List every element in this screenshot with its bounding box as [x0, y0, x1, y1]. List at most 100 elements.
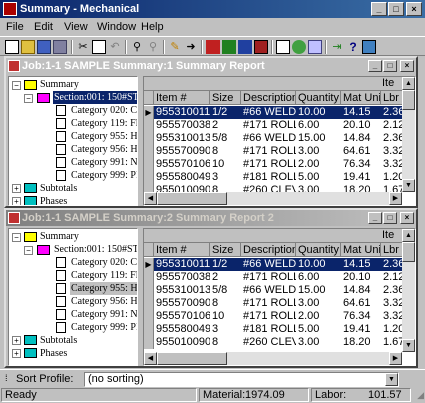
undo-icon[interactable]: ↶: [108, 40, 122, 54]
minimize-button[interactable]: _: [371, 2, 387, 16]
window-2-title-bar[interactable]: Job:1-1 SAMPLE Summary:2 Summary Report …: [6, 210, 416, 226]
save-icon[interactable]: [37, 40, 51, 54]
tree-node-category[interactable]: Category 119: FLG P: [70, 269, 137, 282]
find-icon[interactable]: ⚲: [130, 40, 144, 54]
tree-node-category[interactable]: Category 991: NUTS: [70, 156, 137, 169]
tree-node-section[interactable]: Section:001: 150#STEA: [53, 243, 137, 256]
tree-node-category[interactable]: Category 999: PIPE I: [70, 169, 137, 182]
tree-node-phases[interactable]: Phases: [40, 347, 67, 360]
tree-node-category[interactable]: Category 956: HANG: [70, 143, 137, 156]
column-header[interactable]: Item #: [154, 243, 210, 257]
data-grid[interactable]: Ite Item # Size Description Quantity Mat Unit…: [143, 228, 416, 366]
menu-view[interactable]: View: [62, 18, 90, 36]
column-header[interactable]: Description: [241, 91, 296, 105]
row-selector[interactable]: [144, 158, 154, 171]
tree-node-category[interactable]: Category 999: PIPE I: [70, 321, 137, 334]
row-selector[interactable]: ▶: [144, 106, 154, 119]
resize-grip-icon[interactable]: ◢: [417, 390, 424, 401]
window-1-close-button[interactable]: ×: [400, 60, 414, 72]
scroll-down-icon[interactable]: ▼: [402, 339, 415, 352]
tree-collapse-button[interactable]: −: [12, 233, 21, 242]
data-grid[interactable]: Ite Item # Size Description Quantity Mat Unit…: [143, 76, 416, 206]
row-selector[interactable]: ▶: [144, 258, 154, 271]
tree-collapse-button[interactable]: −: [24, 94, 33, 103]
table-row[interactable]: 9555700382#171 ROLLER6.0020.102.12: [144, 119, 404, 132]
column-header[interactable]: Mat Unit: [341, 243, 381, 257]
calculator-icon[interactable]: [308, 40, 322, 54]
table-row[interactable]: 9555700382#171 ROLLER6.0020.102.12: [144, 271, 404, 284]
horizontal-scrollbar[interactable]: ◀ ▶: [144, 352, 402, 365]
tree-node-subtotals[interactable]: Subtotals: [40, 334, 77, 347]
report-icon[interactable]: [254, 40, 268, 54]
scroll-thumb[interactable]: [402, 242, 415, 262]
row-selector[interactable]: [144, 310, 154, 323]
scroll-down-icon[interactable]: ▼: [402, 179, 415, 192]
column-header[interactable]: Item #: [154, 91, 210, 105]
pencil-icon[interactable]: ✎: [168, 40, 182, 54]
tree-pane[interactable]: −Summary−Section:001: 150#STEACategory 0…: [8, 228, 138, 366]
window-icon[interactable]: [8, 60, 20, 72]
tree-node-section[interactable]: Section:001: 150#STEA: [53, 91, 137, 104]
menu-edit[interactable]: Edit: [32, 18, 55, 36]
scroll-thumb[interactable]: [157, 192, 227, 205]
scroll-left-icon[interactable]: ◀: [144, 352, 157, 365]
tree-node-summary[interactable]: Summary: [40, 78, 79, 91]
grid-icon[interactable]: [276, 40, 290, 54]
red-book-icon[interactable]: [206, 40, 220, 54]
sort-profile-select[interactable]: (no sorting) ▼: [84, 372, 399, 387]
row-selector[interactable]: [144, 171, 154, 184]
table-row[interactable]: 9553100135/8#66 WELDED15.0014.842.36: [144, 284, 404, 297]
table-row[interactable]: 95557010610#171 ROLLER2.0076.343.32: [144, 310, 404, 323]
tree-node-subtotals[interactable]: Subtotals: [40, 182, 77, 195]
row-selector[interactable]: [144, 271, 154, 284]
table-row[interactable]: 9555700908#171 ROLLER3.0064.613.32: [144, 297, 404, 310]
scroll-left-icon[interactable]: ◀: [144, 192, 157, 205]
scroll-up-icon[interactable]: ▲: [402, 229, 415, 242]
green-book-icon[interactable]: [222, 40, 236, 54]
menu-help[interactable]: Help: [139, 18, 166, 36]
import-icon[interactable]: ⇥: [330, 40, 344, 54]
row-selector[interactable]: [144, 336, 154, 349]
blue-book-icon[interactable]: [238, 40, 252, 54]
scroll-up-icon[interactable]: ▲: [402, 77, 415, 90]
copy-icon[interactable]: [92, 40, 106, 54]
tree-node-category[interactable]: Category 119: FLG P: [70, 117, 137, 130]
scroll-right-icon[interactable]: ▶: [389, 192, 402, 205]
summary-window-1[interactable]: Job:1-1 SAMPLE Summary:1 Summary Report …: [4, 56, 418, 208]
tree-collapse-button[interactable]: −: [12, 81, 21, 90]
close-button[interactable]: ×: [406, 2, 422, 16]
tree-expand-button[interactable]: +: [12, 349, 21, 358]
row-selector[interactable]: [144, 284, 154, 297]
tree-node-summary[interactable]: Summary: [40, 230, 79, 243]
window-1-minimize-button[interactable]: _: [368, 60, 382, 72]
menu-file[interactable]: File: [4, 18, 26, 36]
monitor-icon[interactable]: [362, 40, 376, 54]
column-header[interactable]: Size: [210, 91, 241, 105]
scroll-right-icon[interactable]: ▶: [389, 352, 402, 365]
window-2-minimize-button[interactable]: _: [368, 212, 382, 224]
app-title-bar[interactable]: Summary - Mechanical _ □ ×: [0, 0, 425, 18]
menu-window[interactable]: Window: [95, 18, 138, 36]
table-row[interactable]: 9555800493#181 ROLLER5.0019.411.20: [144, 171, 404, 184]
replace-icon[interactable]: ⚲: [146, 40, 160, 54]
scroll-thumb[interactable]: [402, 90, 415, 110]
window-icon[interactable]: [8, 212, 20, 224]
tree-node-phases[interactable]: Phases: [40, 195, 67, 205]
refresh-icon[interactable]: [292, 40, 306, 54]
column-header[interactable]: Quantity: [296, 243, 341, 257]
window-1-maximize-button[interactable]: □: [383, 60, 397, 72]
print-icon[interactable]: [53, 40, 67, 54]
help-icon[interactable]: ?: [346, 40, 360, 54]
column-header[interactable]: Quantity: [296, 91, 341, 105]
table-row[interactable]: ▶9553100111/2#66 WELDED10.0014.152.36: [144, 106, 409, 119]
row-selector[interactable]: [144, 323, 154, 336]
tree-node-category[interactable]: Category 991: NUTS: [70, 308, 137, 321]
table-row[interactable]: ▶9553100111/2#66 WELDED10.0014.152.36: [144, 258, 409, 271]
vertical-scrollbar[interactable]: ▲ ▼: [402, 229, 415, 352]
scroll-thumb[interactable]: [157, 352, 227, 365]
open-icon[interactable]: [21, 40, 35, 54]
tree-node-category[interactable]: Category 020: CARB: [70, 104, 137, 117]
chevron-down-icon[interactable]: ▼: [385, 373, 398, 386]
horizontal-scrollbar[interactable]: ◀ ▶: [144, 192, 402, 205]
tree-expand-button[interactable]: +: [12, 184, 21, 193]
